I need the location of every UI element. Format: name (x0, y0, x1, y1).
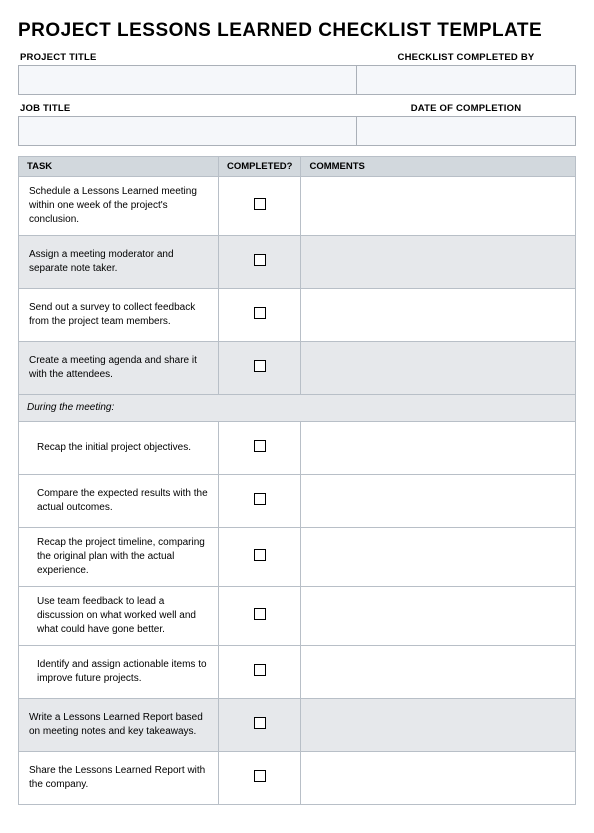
completed-cell (219, 422, 301, 475)
comments-cell[interactable] (301, 699, 576, 752)
completed-cell (219, 587, 301, 646)
checkbox-icon[interactable] (254, 360, 266, 372)
checklist-table: TASK COMPLETED? COMMENTS Schedule a Less… (18, 156, 576, 805)
table-row: Recap the project timeline, comparing th… (19, 528, 576, 587)
input-job-title[interactable] (18, 116, 356, 146)
input-date[interactable] (356, 116, 576, 146)
section-row-during-meeting: During the meeting: (19, 395, 576, 422)
meta-field-completed-by: CHECKLIST COMPLETED BY (356, 52, 576, 95)
label-date: DATE OF COMPLETION (356, 103, 576, 114)
comments-cell[interactable] (301, 342, 576, 395)
checkbox-icon[interactable] (254, 664, 266, 676)
task-cell: Identify and assign actionable items to … (19, 646, 219, 699)
task-cell: Send out a survey to collect feedback fr… (19, 289, 219, 342)
table-row: Recap the initial project objectives. (19, 422, 576, 475)
comments-cell[interactable] (301, 289, 576, 342)
checkbox-icon[interactable] (254, 549, 266, 561)
task-cell: Recap the initial project objectives. (19, 422, 219, 475)
table-row: Compare the expected results with the ac… (19, 475, 576, 528)
meta-field-project-title: PROJECT TITLE (18, 52, 356, 95)
checkbox-icon[interactable] (254, 307, 266, 319)
task-cell: Recap the project timeline, comparing th… (19, 528, 219, 587)
checkbox-icon[interactable] (254, 608, 266, 620)
meta-row-1: PROJECT TITLE CHECKLIST COMPLETED BY (18, 52, 576, 95)
completed-cell (219, 752, 301, 805)
task-cell: Share the Lessons Learned Report with th… (19, 752, 219, 805)
task-cell: Assign a meeting moderator and separate … (19, 236, 219, 289)
label-completed-by: CHECKLIST COMPLETED BY (356, 52, 576, 63)
task-cell: Create a meeting agenda and share it wit… (19, 342, 219, 395)
checkbox-icon[interactable] (254, 493, 266, 505)
input-project-title[interactable] (18, 65, 356, 95)
meta-row-2: JOB TITLE DATE OF COMPLETION (18, 103, 576, 146)
table-row: Share the Lessons Learned Report with th… (19, 752, 576, 805)
completed-cell (219, 177, 301, 236)
comments-cell[interactable] (301, 752, 576, 805)
comments-cell[interactable] (301, 475, 576, 528)
task-cell: Use team feedback to lead a discussion o… (19, 587, 219, 646)
table-row: Assign a meeting moderator and separate … (19, 236, 576, 289)
page-title: PROJECT LESSONS LEARNED CHECKLIST TEMPLA… (18, 20, 576, 42)
task-cell: Schedule a Lessons Learned meeting withi… (19, 177, 219, 236)
comments-cell[interactable] (301, 587, 576, 646)
comments-cell[interactable] (301, 236, 576, 289)
header-completed: COMPLETED? (219, 157, 301, 177)
meta-field-date: DATE OF COMPLETION (356, 103, 576, 146)
completed-cell (219, 289, 301, 342)
comments-cell[interactable] (301, 422, 576, 475)
completed-cell (219, 646, 301, 699)
task-cell: Write a Lessons Learned Report based on … (19, 699, 219, 752)
table-header-row: TASK COMPLETED? COMMENTS (19, 157, 576, 177)
task-cell: Compare the expected results with the ac… (19, 475, 219, 528)
checkbox-icon[interactable] (254, 254, 266, 266)
header-task: TASK (19, 157, 219, 177)
input-completed-by[interactable] (356, 65, 576, 95)
table-row: Schedule a Lessons Learned meeting withi… (19, 177, 576, 236)
comments-cell[interactable] (301, 646, 576, 699)
completed-cell (219, 475, 301, 528)
completed-cell (219, 699, 301, 752)
header-comments: COMMENTS (301, 157, 576, 177)
checkbox-icon[interactable] (254, 770, 266, 782)
checkbox-icon[interactable] (254, 198, 266, 210)
label-job-title: JOB TITLE (18, 103, 356, 114)
table-row: Write a Lessons Learned Report based on … (19, 699, 576, 752)
comments-cell[interactable] (301, 528, 576, 587)
section-label: During the meeting: (19, 395, 576, 422)
checkbox-icon[interactable] (254, 717, 266, 729)
completed-cell (219, 342, 301, 395)
label-project-title: PROJECT TITLE (18, 52, 356, 63)
comments-cell[interactable] (301, 177, 576, 236)
table-row: Identify and assign actionable items to … (19, 646, 576, 699)
checkbox-icon[interactable] (254, 440, 266, 452)
table-row: Send out a survey to collect feedback fr… (19, 289, 576, 342)
table-row: Create a meeting agenda and share it wit… (19, 342, 576, 395)
completed-cell (219, 236, 301, 289)
completed-cell (219, 528, 301, 587)
meta-field-job-title: JOB TITLE (18, 103, 356, 146)
table-row: Use team feedback to lead a discussion o… (19, 587, 576, 646)
